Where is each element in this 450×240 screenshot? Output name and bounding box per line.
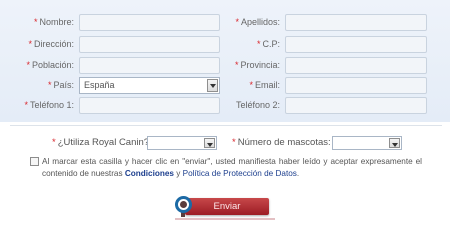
telefono1-input[interactable]: [79, 97, 220, 114]
telefono1-label: * Teléfono 1:: [0, 100, 74, 110]
ring-icon: [175, 196, 192, 213]
button-shadow: [175, 218, 275, 220]
cp-input[interactable]: [285, 36, 427, 53]
telefono2-label-text: Teléfono 2:: [235, 100, 280, 110]
direccion-label-text: Dirección:: [33, 39, 74, 49]
required-marker: *: [256, 39, 261, 49]
provincia-label: * Provincia:: [200, 60, 280, 70]
divider: [10, 125, 442, 126]
pais-label-text: País:: [53, 80, 74, 90]
poblacion-label-text: Población:: [31, 60, 74, 70]
royal-canin-label: * ¿Utiliza Royal Canin?: [52, 137, 149, 148]
direccion-label: * Dirección:: [0, 39, 74, 49]
required-marker: *: [24, 100, 28, 110]
row-pais-email: * País: España * Email:: [0, 77, 450, 95]
privacidad-link[interactable]: Política de Protección de Datos: [183, 169, 297, 178]
provincia-input[interactable]: [285, 57, 427, 74]
mascotas-label: * Número de mascotas:: [232, 137, 331, 148]
mascotas-label-text: Número de mascotas:: [237, 137, 331, 148]
email-input[interactable]: [285, 77, 427, 94]
required-marker: *: [235, 17, 239, 27]
required-marker: *: [234, 60, 239, 70]
required-marker: *: [232, 137, 236, 148]
royal-canin-label-text: ¿Utiliza Royal Canin?: [57, 137, 150, 148]
apellidos-label-text: Apellidos:: [240, 17, 280, 27]
chevron-down-icon[interactable]: [389, 138, 400, 148]
pais-select[interactable]: España: [79, 77, 220, 94]
cp-label: * C.P:: [200, 39, 280, 49]
royal-canin-select[interactable]: [147, 136, 217, 150]
enviar-button[interactable]: Enviar: [185, 198, 269, 215]
condiciones-link[interactable]: Condiciones: [125, 169, 174, 178]
cp-label-text: C.P:: [262, 39, 280, 49]
row-telefonos: * Teléfono 1: Teléfono 2:: [0, 97, 450, 115]
email-label-text: Email:: [254, 80, 280, 90]
required-marker: *: [26, 60, 30, 70]
mascotas-select[interactable]: [332, 136, 402, 150]
consent-text-after: .: [296, 168, 300, 178]
submit-area: Enviar: [175, 194, 275, 217]
consent-checkbox[interactable]: [30, 157, 39, 166]
form-panel: * Nombre: * Apellidos: * Dirección: * C.P: *…: [0, 0, 450, 122]
row-poblacion-provincia: * Población: * Provincia:: [0, 57, 450, 75]
nombre-label: * Nombre:: [0, 17, 74, 27]
apellidos-input[interactable]: [285, 14, 427, 31]
poblacion-label: * Población:: [0, 60, 74, 70]
required-marker: *: [52, 137, 56, 148]
pais-select-value: España: [84, 80, 115, 90]
telefono2-label: Teléfono 2:: [200, 100, 280, 110]
required-marker: *: [47, 80, 52, 90]
required-marker: *: [28, 39, 32, 49]
apellidos-label: * Apellidos:: [200, 17, 280, 27]
row-nombre-apellidos: * Nombre: * Apellidos:: [0, 14, 450, 32]
consent-text: Al marcar esta casilla y hacer clic en "…: [42, 156, 422, 179]
required-marker: *: [249, 80, 253, 90]
consent-text-middle: y: [173, 168, 183, 178]
row-direccion-cp: * Dirección: * C.P:: [0, 36, 450, 54]
pais-label: * País:: [0, 80, 74, 90]
nombre-input[interactable]: [79, 14, 220, 31]
questions-row: * ¿Utiliza Royal Canin? * Número de mascot…: [0, 135, 450, 150]
chevron-down-icon[interactable]: [204, 138, 215, 148]
required-marker: *: [33, 17, 38, 27]
nombre-label-text: Nombre:: [39, 17, 74, 27]
telefono2-input[interactable]: [285, 97, 427, 114]
telefono1-label-text: Teléfono 1:: [29, 100, 74, 110]
provincia-label-text: Provincia:: [240, 60, 280, 70]
direccion-input[interactable]: [79, 36, 220, 53]
poblacion-input[interactable]: [79, 57, 220, 74]
email-label: * Email:: [200, 80, 280, 90]
